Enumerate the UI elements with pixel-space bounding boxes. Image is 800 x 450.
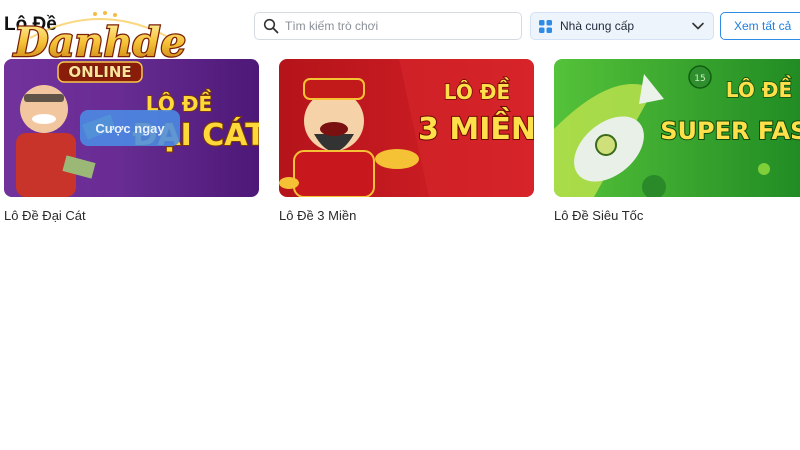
game-card-sieu-toc[interactable]: 15 LÔ ĐỀ SUPER FAST xyxy=(554,59,800,197)
provider-dropdown[interactable]: Nhà cung cấp xyxy=(530,12,714,40)
grid-icon xyxy=(539,19,552,33)
bet-now-button[interactable]: Cược ngay xyxy=(80,110,180,146)
svg-text:SUPER FAST: SUPER FAST xyxy=(660,117,800,145)
svg-text:15: 15 xyxy=(694,74,705,84)
search-input[interactable] xyxy=(285,19,505,33)
view-all-button[interactable]: Xem tất cả xyxy=(720,12,800,40)
provider-label: Nhà cung cấp xyxy=(560,19,635,33)
search-icon xyxy=(263,18,279,34)
svg-text:3 MIỀN: 3 MIỀN xyxy=(418,107,534,147)
game-title-sieu-toc[interactable]: Lô Đề Siêu Tốc xyxy=(554,208,643,223)
svg-text:ONLINE: ONLINE xyxy=(68,63,131,81)
game-banner-sieu-toc: 15 LÔ ĐỀ SUPER FAST xyxy=(554,59,800,197)
chevron-down-icon xyxy=(692,22,704,30)
game-title-3-mien[interactable]: Lô Đề 3 Miền xyxy=(279,208,356,223)
game-banner-3-mien: LÔ ĐỀ 3 MIỀN xyxy=(279,59,534,197)
game-title-dai-cat[interactable]: Lô Đề Đại Cát xyxy=(4,208,86,223)
game-card-3-mien[interactable]: LÔ ĐỀ 3 MIỀN xyxy=(279,59,534,197)
svg-text:LÔ ĐỀ: LÔ ĐỀ xyxy=(444,78,510,104)
search-box[interactable] xyxy=(254,12,522,40)
site-logo[interactable]: Danhde ONLINE xyxy=(0,4,200,88)
svg-text:LÔ ĐỀ: LÔ ĐỀ xyxy=(726,76,792,102)
svg-text:Danhde: Danhde xyxy=(13,19,186,66)
logo-graphic: Danhde ONLINE xyxy=(12,11,187,83)
